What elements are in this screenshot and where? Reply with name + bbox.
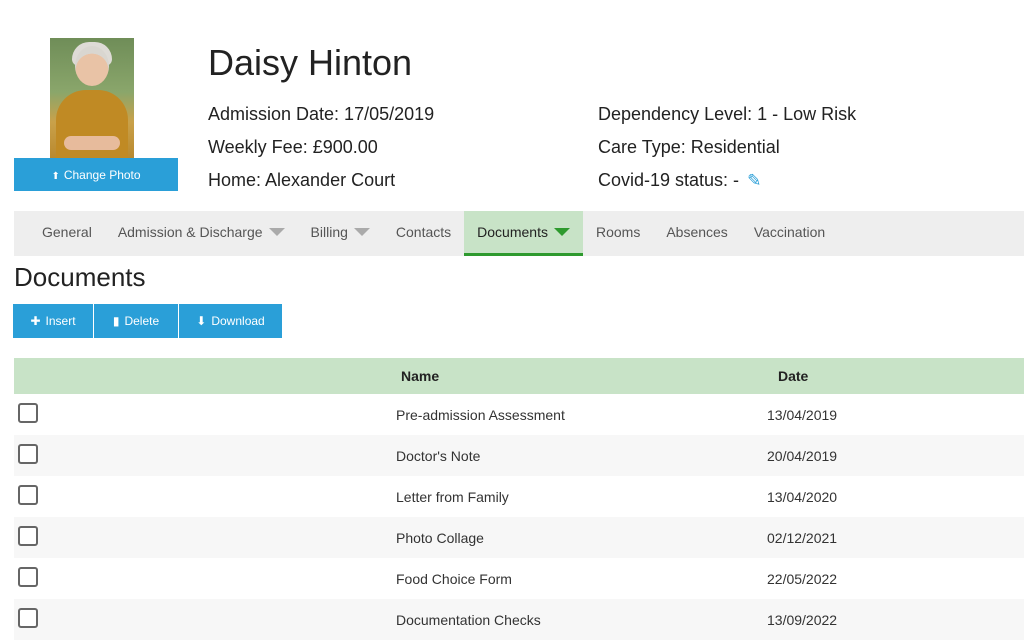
download-label: Download [211,314,265,328]
tab-label: General [42,224,92,240]
document-date: 22/05/2022 [767,570,838,587]
covid-status: Covid-19 status: - [598,170,740,190]
row-checkbox[interactable] [18,402,38,423]
tab-label: Billing [310,224,348,240]
document-date: 20/04/2019 [767,447,838,464]
document-date: 02/12/2021 [767,529,838,546]
document-date: 13/04/2019 [767,406,838,423]
dependency-level: Dependency Level: 1 - Low Risk [598,104,857,124]
resident-photo [50,38,134,158]
section-title: Documents [14,262,146,292]
tab-label: Admission & Discharge [117,224,263,240]
tab-vaccination[interactable]: Vaccination [741,211,838,256]
download-button[interactable]: ⬇ Download [179,304,282,338]
document-name: Food Choice Form [396,570,512,587]
row-checkbox[interactable] [18,566,38,587]
documents-toolbar: ✚ Insert ▮ Delete ⬇ Download [13,304,282,338]
tab-label: Absences [666,224,728,240]
tab-label: Contacts [395,224,452,240]
tab-admission-discharge[interactable]: Admission & Discharge [105,211,298,256]
delete-label: Delete [124,314,160,328]
plus-icon: ✚ [30,314,41,328]
caret-down-icon [353,228,370,236]
table-row[interactable]: Letter from Family 13/04/2020 [14,476,1024,517]
table-header: Name Date [14,358,1024,394]
covid-status-row: Covid-19 status: - ✎ [598,170,761,191]
table-row[interactable]: Doctor's Note 20/04/2019 [14,435,1024,476]
tab-absences[interactable]: Absences [653,211,740,256]
document-name: Doctor's Note [396,447,481,464]
column-header-date[interactable]: Date [778,368,808,384]
tab-rooms[interactable]: Rooms [583,211,653,256]
row-checkbox[interactable] [18,484,38,505]
download-icon: ⬇ [196,314,207,328]
tab-bar: General Admission & Discharge Billing Co… [14,211,1024,256]
delete-button[interactable]: ▮ Delete [94,304,179,338]
document-name: Documentation Checks [396,611,541,628]
document-name: Photo Collage [396,529,484,546]
document-date: 13/09/2022 [767,611,838,628]
caret-down-icon [553,228,570,236]
care-type: Care Type: Residential [598,137,780,157]
table-row[interactable]: Pre-admission Assessment 13/04/2019 [14,394,1024,435]
tab-label: Documents [477,224,548,240]
trash-icon: ▮ [112,314,120,328]
table-row[interactable]: Documentation Checks 13/09/2022 [14,599,1024,640]
table-body: Pre-admission Assessment 13/04/2019 Doct… [14,394,1024,640]
row-checkbox[interactable] [18,607,38,628]
tab-label: Vaccination [753,224,826,240]
pencil-icon[interactable]: ✎ [747,171,761,190]
home: Home: Alexander Court [208,170,396,190]
change-photo-label: Change Photo [63,168,141,182]
document-date: 13/04/2020 [767,488,838,505]
tab-documents[interactable]: Documents [464,211,583,256]
change-photo-button[interactable]: ⬆ Change Photo [14,158,178,191]
table-row[interactable]: Food Choice Form 22/05/2022 [14,558,1024,599]
document-name: Letter from Family [396,488,509,505]
profile-photo-panel: ⬆ Change Photo [14,38,178,191]
tab-label: Rooms [595,224,641,240]
tab-billing[interactable]: Billing [298,211,383,256]
insert-button[interactable]: ✚ Insert [13,304,94,338]
resident-name: Daisy Hinton [208,42,413,83]
caret-down-icon [268,228,285,236]
column-header-name[interactable]: Name [401,368,439,384]
row-checkbox[interactable] [18,525,38,546]
tab-contacts[interactable]: Contacts [383,211,464,256]
admission-date: Admission Date: 17/05/2019 [208,104,435,124]
table-row[interactable]: Photo Collage 02/12/2021 [14,517,1024,558]
document-name: Pre-admission Assessment [396,406,565,423]
row-checkbox[interactable] [18,443,38,464]
insert-label: Insert [45,314,76,328]
documents-table: Name Date Pre-admission Assessment 13/04… [14,358,1024,640]
upload-icon: ⬆ [51,171,60,182]
tab-general[interactable]: General [14,211,105,256]
weekly-fee: Weekly Fee: £900.00 [208,137,378,157]
